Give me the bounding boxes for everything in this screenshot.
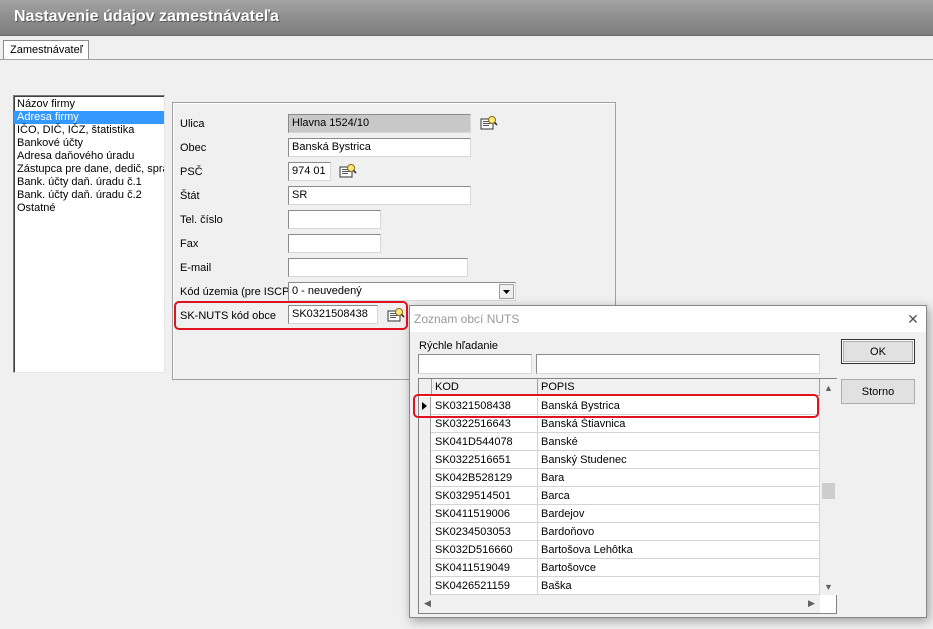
ok-button[interactable]: OK [841, 339, 915, 364]
table-row[interactable]: SK0234503053 Bardoňovo [419, 523, 820, 541]
storno-button[interactable]: Storno [841, 379, 915, 404]
ulica-input[interactable]: Hlavna 1524/10 [288, 114, 471, 133]
email-input[interactable] [288, 258, 468, 277]
cell-kod[interactable]: SK032D516660 [432, 541, 538, 559]
table-row[interactable]: SK042B528129 Bara [419, 469, 820, 487]
table-row[interactable]: SK0411519006 Bardejov [419, 505, 820, 523]
cell-popis[interactable]: Barca [538, 487, 820, 505]
vertical-scrollbar[interactable]: ▲ ▼ [820, 379, 837, 595]
row-indicator [419, 523, 431, 541]
dialog-title: Zoznam obcí NUTS [414, 312, 520, 326]
cell-popis[interactable]: Baška [538, 577, 820, 595]
section-list[interactable]: Názov firmy Adresa firmy IČO, DIČ, IČZ, … [13, 95, 165, 373]
scroll-right-icon[interactable]: ▶ [803, 595, 820, 612]
cell-kod[interactable]: SK041D544078 [432, 433, 538, 451]
psc-input[interactable]: 974 01 [288, 162, 331, 181]
section-item-bankove-ucty[interactable]: Bankové účty [14, 137, 164, 150]
cell-kod[interactable]: SK0329514501 [432, 487, 538, 505]
section-item-zastupca[interactable]: Zástupca pre dane, dedič, správ [14, 163, 164, 176]
ok-button-label: OK [870, 345, 886, 358]
kod-uzemia-value: 0 - neuvedený [292, 285, 362, 297]
cell-popis[interactable]: Bartošovce [538, 559, 820, 577]
kod-uzemia-select[interactable]: 0 - neuvedený [288, 282, 516, 301]
table-row[interactable]: SK041D544078 Banské [419, 433, 820, 451]
tel-input[interactable] [288, 210, 381, 229]
obec-input[interactable]: Banská Bystrica [288, 138, 471, 157]
row-indicator [419, 505, 431, 523]
row-indicator [419, 577, 431, 595]
psc-label: PSČ [180, 166, 203, 178]
sknuts-highlight [174, 301, 408, 330]
scroll-up-icon[interactable]: ▲ [820, 379, 837, 396]
tab-divider [0, 59, 933, 60]
cell-popis[interactable]: Banský Studenec [538, 451, 820, 469]
search-code-input[interactable] [418, 354, 532, 374]
cell-popis[interactable]: Bardejov [538, 505, 820, 523]
fax-input[interactable] [288, 234, 381, 253]
section-item-adresa-danoveho-uradu[interactable]: Adresa daňového úradu [14, 150, 164, 163]
table-row[interactable]: SK0322516651 Banský Studenec [419, 451, 820, 469]
ulica-label: Ulica [180, 118, 205, 130]
section-item-adresa-firmy[interactable]: Adresa firmy [14, 111, 164, 124]
cell-kod[interactable]: SK0411519049 [432, 559, 538, 577]
section-item-ico-dic[interactable]: IČO, DIČ, IČZ, štatistika [14, 124, 164, 137]
nuts-dialog: Zoznam obcí NUTS ✕ Rýchle hľadanie OK St… [409, 305, 927, 618]
row-indicator [419, 469, 431, 487]
tel-label: Tel. číslo [180, 214, 223, 226]
cell-kod[interactable]: SK0426521159 [432, 577, 538, 595]
table-row[interactable]: SK0329514501 Barca [419, 487, 820, 505]
table-row[interactable]: SK0411519049 Bartošovce [419, 559, 820, 577]
section-item-ostatne[interactable]: Ostatné [14, 202, 164, 215]
row-indicator [419, 541, 431, 559]
cell-popis[interactable]: Banské [538, 433, 820, 451]
row-indicator [419, 451, 431, 469]
stat-input[interactable]: SR [288, 186, 471, 205]
cell-kod[interactable]: SK0234503053 [432, 523, 538, 541]
chevron-down-icon[interactable] [499, 284, 514, 299]
lookup-icon[interactable] [480, 114, 498, 132]
kod-uzemia-label: Kód územia (pre ISCP) [180, 286, 294, 298]
fax-label: Fax [180, 238, 199, 250]
stat-label: Štát [180, 190, 200, 202]
row-indicator [419, 487, 431, 505]
row-indicator [419, 433, 431, 451]
section-item-bank-ucty-2[interactable]: Bank. účty daň. úradu č.2 [14, 189, 164, 202]
close-icon[interactable]: ✕ [903, 309, 923, 329]
section-item-nazov-firmy[interactable]: Názov firmy [14, 98, 164, 111]
section-item-bank-ucty-1[interactable]: Bank. účty daň. úradu č.1 [14, 176, 164, 189]
cell-kod[interactable]: SK0322516651 [432, 451, 538, 469]
tab-label: Zamestnávateľ [10, 44, 83, 56]
horizontal-scrollbar[interactable]: ◀ ▶ [419, 595, 820, 613]
scroll-thumb[interactable] [822, 483, 835, 499]
row-indicator [419, 559, 431, 577]
selected-row-highlight [413, 394, 819, 418]
table-row[interactable]: SK032D516660 Bartošova Lehôtka [419, 541, 820, 559]
dialog-titlebar: Zoznam obcí NUTS ✕ [410, 306, 926, 332]
tab-zamestnavatel[interactable]: Zamestnávateľ [3, 40, 89, 60]
scroll-left-icon[interactable]: ◀ [419, 595, 436, 612]
cell-popis[interactable]: Bara [538, 469, 820, 487]
email-label: E-mail [180, 262, 212, 274]
app-header: Nastavenie údajov zamestnávateľa [0, 0, 933, 36]
search-name-input[interactable] [536, 354, 820, 374]
cell-popis[interactable]: Bartošova Lehôtka [538, 541, 820, 559]
scroll-down-icon[interactable]: ▼ [820, 578, 837, 595]
cell-kod[interactable]: SK0411519006 [432, 505, 538, 523]
obec-label: Obec [180, 142, 207, 154]
storno-button-label: Storno [861, 385, 895, 398]
cell-kod[interactable]: SK042B528129 [432, 469, 538, 487]
quick-search-label: Rýchle hľadanie [419, 340, 499, 352]
table-row[interactable]: SK0426521159 Baška [419, 577, 820, 595]
cell-popis[interactable]: Bardoňovo [538, 523, 820, 541]
window-title: Nastavenie údajov zamestnávateľa [14, 8, 279, 25]
lookup-icon[interactable] [339, 162, 357, 180]
